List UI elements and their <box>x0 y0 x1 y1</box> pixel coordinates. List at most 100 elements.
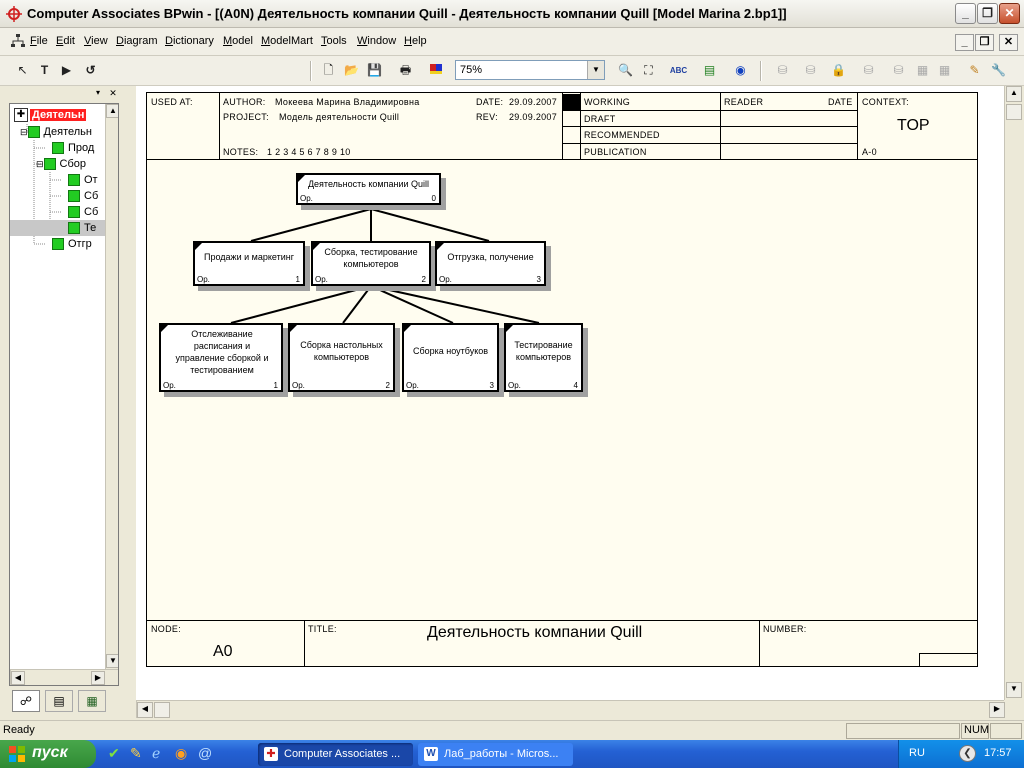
activity-label: Сборка ноутбуков <box>412 346 489 356</box>
panel-float-icon[interactable]: ▾ <box>92 88 104 99</box>
maximize-button[interactable]: ❐ <box>977 3 998 24</box>
scroll-right-icon[interactable]: ▶ <box>91 671 105 685</box>
properties-icon[interactable]: ✎ <box>964 61 985 81</box>
scroll-left-icon[interactable]: ◀ <box>11 671 25 685</box>
zoom-value: 75% <box>460 64 483 76</box>
activity-icon <box>68 174 80 187</box>
quicklaunch-app-icon[interactable]: ✔ <box>108 745 120 762</box>
zoom-select[interactable]: 75% ▼ <box>455 60 605 80</box>
tree-item-sales[interactable]: Прод <box>52 140 94 156</box>
diagrams-tab-icon[interactable]: ▤ <box>45 690 73 712</box>
tree-item-shipping[interactable]: Отгр <box>52 236 92 252</box>
activity-icon <box>68 206 80 219</box>
status-bar: Ready NUM <box>0 720 1024 740</box>
scroll-down-icon[interactable]: ▼ <box>106 654 118 668</box>
scroll-thumb[interactable] <box>1006 104 1022 120</box>
close-button[interactable]: ✕ <box>999 3 1020 24</box>
activity-box-laptop[interactable]: Сборка ноутбуков Ор. 3 <box>402 323 499 392</box>
model-icon: ✚ <box>14 108 28 123</box>
task-word[interactable]: W Лаб_работы - Micros... <box>418 743 573 766</box>
chevron-down-icon[interactable]: ▼ <box>587 61 604 79</box>
go-parent-icon[interactable]: ↺ <box>80 61 101 81</box>
tree-item-laptop[interactable]: Сб <box>68 204 98 220</box>
menu-file[interactable]: File <box>30 35 48 47</box>
open-folder-icon[interactable]: 📂 <box>341 61 362 81</box>
menu-diagram[interactable]: Diagram <box>116 35 158 47</box>
scroll-down-icon[interactable]: ▼ <box>1006 682 1022 698</box>
scroll-up-icon[interactable]: ▲ <box>1006 86 1022 102</box>
activity-number: 1 <box>273 381 278 390</box>
activity-number: 1 <box>295 275 300 284</box>
system-tray: RU ❮ 17:57 <box>898 740 1024 768</box>
tree-item-testing[interactable]: Те <box>10 220 105 236</box>
spellcheck-icon[interactable]: ABC <box>668 61 689 81</box>
task-bpwin[interactable]: ✚ Computer Associates ... <box>258 743 413 766</box>
text-tool-icon[interactable]: T <box>34 61 55 81</box>
num-lock-indicator: NUM <box>961 723 989 739</box>
menu-dictionary[interactable]: Dictionary <box>165 35 214 47</box>
activity-label: Отгрузка, получение <box>447 252 534 262</box>
media-player-icon[interactable]: ◉ <box>175 745 187 762</box>
tree-root[interactable]: ✚ Деятельн <box>14 107 87 123</box>
bpwin-task-icon: ✚ <box>264 747 278 761</box>
go-child-icon[interactable]: ▶ <box>56 61 77 81</box>
mdi-restore-button[interactable]: ❐ <box>975 34 994 51</box>
tray-expand-icon[interactable]: ❮ <box>959 745 976 762</box>
menu-model[interactable]: Model <box>223 35 253 47</box>
color-icon[interactable] <box>425 61 446 81</box>
tree-item-tracking[interactable]: От <box>68 172 98 188</box>
activity-label: Сборка настольных компьютеров <box>300 340 383 362</box>
clock: 17:57 <box>984 747 1012 759</box>
menu-view[interactable]: View <box>84 35 108 47</box>
activity-number: 2 <box>385 381 390 390</box>
zoom-fit-icon[interactable]: ⛶ <box>638 61 659 81</box>
tree-item-assembly[interactable]: ⊟ Сбор <box>36 156 86 172</box>
activity-box-testing[interactable]: Тестирование компьютеров Ор. 4 <box>504 323 583 392</box>
objects-tab-icon[interactable]: ▦ <box>78 690 106 712</box>
activity-icon <box>52 142 64 155</box>
internet-explorer-icon[interactable]: ℯ <box>152 745 160 762</box>
quicklaunch-tool-icon[interactable]: ✎ <box>130 745 142 762</box>
canvas-vertical-scrollbar[interactable]: ▲ ▼ <box>1004 86 1022 700</box>
minimize-button[interactable]: _ <box>955 3 976 24</box>
panel-close-icon[interactable]: ✕ <box>107 88 119 99</box>
print-icon[interactable]: 🖶 <box>395 61 416 81</box>
activity-box-assembly[interactable]: Сборка, тестирование компьютеров Ор. 2 <box>311 241 431 286</box>
menu-tools[interactable]: Tools <box>321 35 347 47</box>
zoom-in-icon[interactable]: 🔍 <box>615 61 636 81</box>
tree-item-activity[interactable]: ⊟ Деятельн <box>20 124 92 140</box>
model-navigator-icon[interactable]: ◉ <box>730 61 751 81</box>
canvas-horizontal-scrollbar[interactable]: ◀ ▶ <box>136 700 1005 718</box>
menu-help[interactable]: Help <box>404 35 427 47</box>
new-file-icon[interactable]: 🗋 <box>318 61 339 81</box>
mdi-minimize-button[interactable]: _ <box>955 34 974 51</box>
tree-horizontal-scrollbar[interactable]: ◀ ▶ <box>10 669 118 685</box>
model-explorer-icon[interactable]: ▤ <box>699 61 720 81</box>
mdi-close-button[interactable]: ✕ <box>999 34 1018 51</box>
start-button[interactable]: пуск <box>0 740 96 768</box>
number-label: NUMBER: <box>763 624 807 634</box>
scroll-up-icon[interactable]: ▲ <box>106 104 118 118</box>
activity-box-root[interactable]: Деятельность компании Quill Ор. 0 <box>296 173 441 205</box>
activity-box-desktop[interactable]: Сборка настольных компьютеров Ор. 2 <box>288 323 395 392</box>
language-indicator[interactable]: RU <box>909 747 925 759</box>
save-icon[interactable]: 💾 <box>364 61 385 81</box>
start-label: пуск <box>32 744 68 761</box>
mm-save-icon: ⛁ <box>863 63 874 77</box>
pointer-tool-icon[interactable]: ↖ <box>12 61 33 81</box>
menu-edit[interactable]: Edit <box>56 35 75 47</box>
menu-modelmart[interactable]: ModelMart <box>261 35 313 47</box>
activity-box-shipping[interactable]: Отгрузка, получение Ор. 3 <box>435 241 546 286</box>
activity-box-tracking[interactable]: Отслеживание расписания и управление сбо… <box>159 323 283 392</box>
scroll-right-icon[interactable]: ▶ <box>989 702 1005 718</box>
tree-vertical-scrollbar[interactable]: ▲ ▼ <box>105 104 118 669</box>
tree-item-desktop[interactable]: Сб <box>68 188 98 204</box>
scroll-thumb[interactable] <box>154 702 170 718</box>
outlook-express-icon[interactable]: @ <box>198 745 212 761</box>
activity-label: Сборка, тестирование компьютеров <box>324 247 418 269</box>
activities-tab-icon[interactable]: ☍ <box>12 690 40 712</box>
menu-window[interactable]: Window <box>357 35 396 47</box>
tools-icon[interactable]: 🔧 <box>988 61 1009 81</box>
activity-box-sales[interactable]: Продажи и маркетинг Ор. 1 <box>193 241 305 286</box>
scroll-left-icon[interactable]: ◀ <box>137 702 153 718</box>
